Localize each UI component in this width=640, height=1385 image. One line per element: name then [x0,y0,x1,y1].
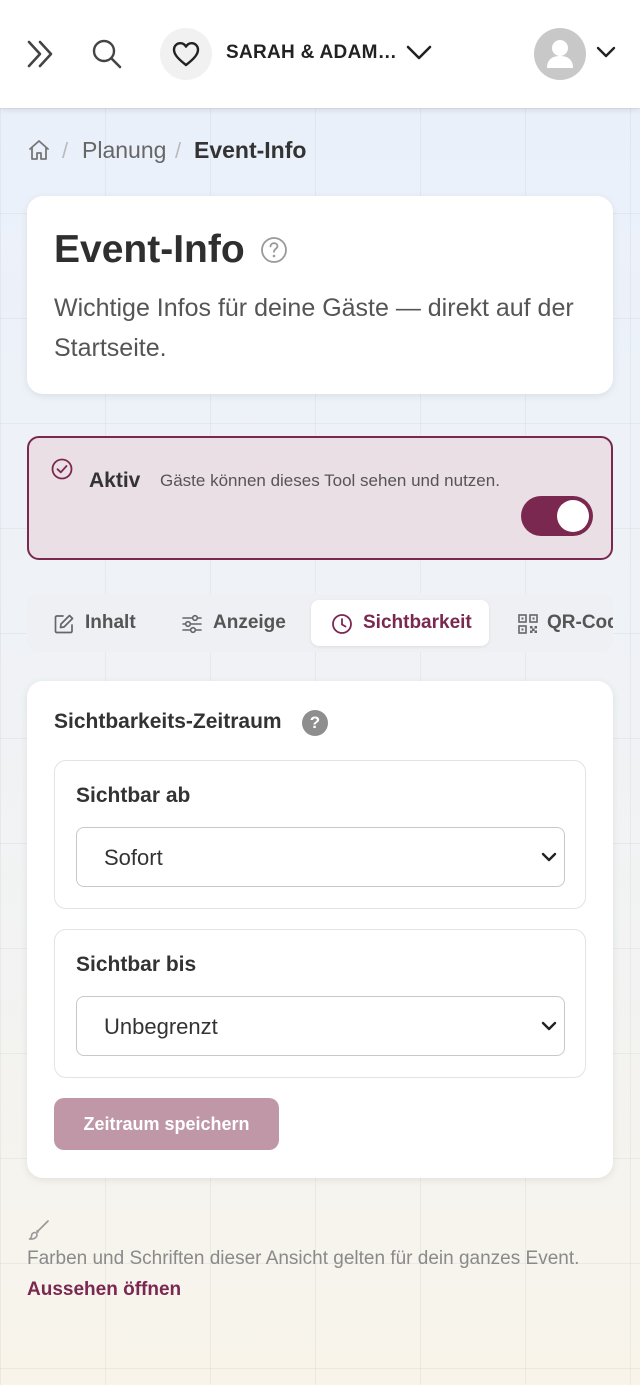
select-value: Sofort [104,845,163,870]
select-value: Unbegrenzt [104,1014,218,1039]
top-bar: SARAH & ADAM… [0,0,640,108]
active-toggle[interactable] [521,496,593,536]
visible-from-field: Sichtbar ab Sofort [54,760,586,909]
visible-until-select[interactable]: Unbegrenzt [76,996,565,1056]
visible-from-label: Sichtbar ab [76,784,191,807]
tab-sichtbarkeit[interactable]: Sichtbarkeit [311,600,489,646]
qr-code-icon [518,614,538,634]
status-box: Aktiv Gäste können dieses Tool sehen und… [27,436,613,560]
tab-qr-code[interactable]: QR-Code [499,600,613,646]
toggle-knob [557,500,589,532]
visible-from-select[interactable]: Sofort [76,827,565,887]
help-icon[interactable]: ? [302,710,328,736]
home-icon[interactable] [27,138,51,162]
breadcrumb-separator: / [62,138,69,163]
visible-until-field: Sichtbar bis Unbegrenzt [54,929,586,1078]
user-icon [547,40,573,68]
page-subtitle: Wichtige Infos für deine Gäste — direkt … [54,294,574,362]
breadcrumb-separator: / [175,138,182,163]
open-appearance-link[interactable]: Aussehen öffnen [27,1279,181,1301]
expand-sidebar-icon[interactable] [26,40,56,68]
edit-icon [54,614,74,634]
save-timeframe-button[interactable]: Zeitraum speichern [54,1098,279,1150]
section-title: Sichtbarkeits-Zeitraum [54,710,282,733]
search-icon[interactable] [92,38,122,70]
chevron-down-icon [541,1021,557,1031]
tab-bar: Inhalt Anzeige Sichtbarkeit QR-Cod [27,594,613,652]
main-content: / Planung / Event-Info Event-Info Wichti… [0,0,640,1385]
chevron-down-icon[interactable] [406,44,432,62]
visible-until-label: Sichtbar bis [76,953,197,976]
heart-icon [172,42,200,67]
status-label: Aktiv [89,469,141,492]
tab-label: QR-Code [547,612,613,633]
account-chevron-down-icon[interactable] [596,46,616,60]
tab-inhalt[interactable]: Inhalt [33,600,151,646]
event-name[interactable]: SARAH & ADAM… [226,42,397,64]
help-circle-icon[interactable] [260,236,288,264]
sliders-icon [182,614,202,634]
avatar[interactable] [534,28,586,80]
breadcrumb-current: Event-Info [194,137,307,163]
check-circle-icon [51,458,73,480]
footer-note: Farben und Schriften dieser Ansicht gelt… [27,1248,580,1269]
tab-label: Anzeige [213,612,286,633]
chevron-down-icon [541,852,557,862]
tab-label: Inhalt [85,612,136,633]
paintbrush-icon [28,1220,49,1240]
status-description: Gäste können dieses Tool sehen und nutze… [160,471,500,490]
page-title: Event-Info [54,228,245,271]
tab-anzeige[interactable]: Anzeige [165,600,305,646]
breadcrumb-planung[interactable]: Planung [82,137,166,164]
tab-label: Sichtbarkeit [363,612,472,633]
clock-icon [332,614,352,634]
event-heart-button[interactable] [160,28,212,80]
